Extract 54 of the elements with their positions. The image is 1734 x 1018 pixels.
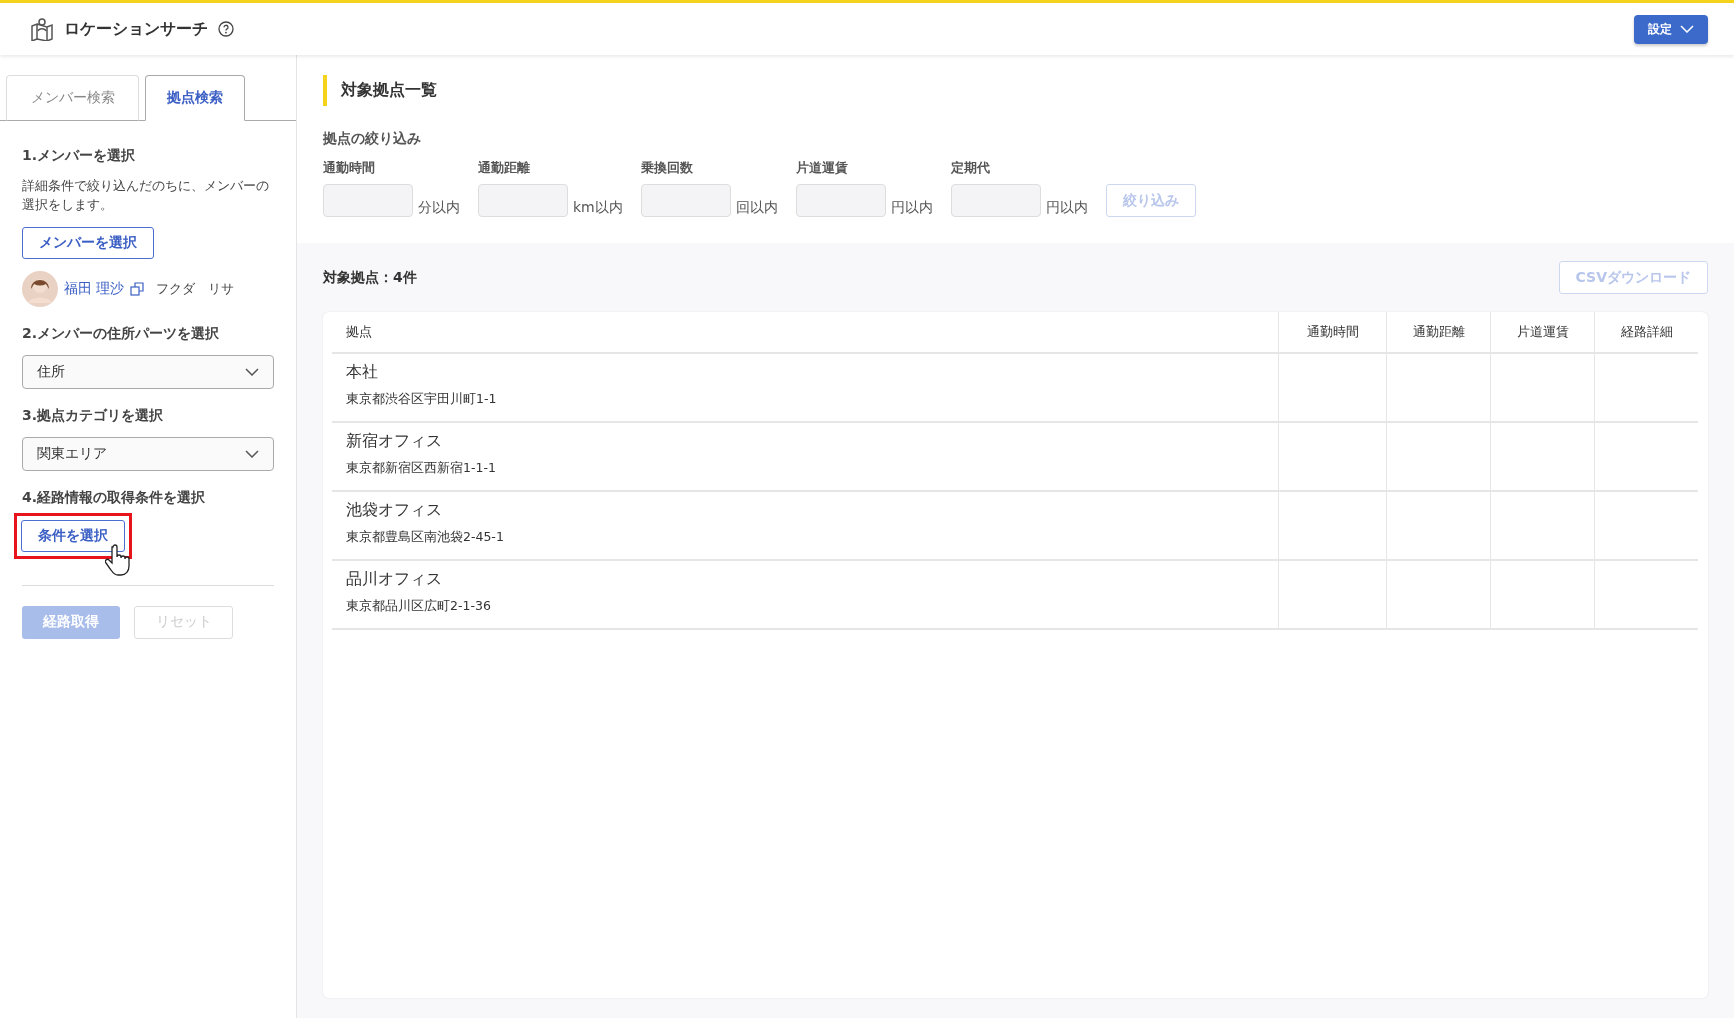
location-name: 本社 — [346, 362, 379, 383]
map-person-icon — [30, 17, 54, 41]
select-member-button[interactable]: メンバーを選択 — [22, 226, 154, 259]
unit-label: 円以内 — [1045, 199, 1088, 217]
filter-label: 片道運賃 — [795, 160, 849, 177]
avatar — [22, 270, 58, 307]
column-header: 経路詳細 — [1594, 312, 1698, 354]
input-field[interactable] — [478, 184, 568, 217]
chevron-down-icon — [245, 449, 259, 458]
location-address: 東京都豊島区南池袋2-45-1 — [346, 529, 505, 546]
input-field[interactable] — [323, 184, 413, 217]
input-field[interactable] — [950, 184, 1041, 217]
location-name: 池袋オフィス — [346, 500, 443, 521]
help-icon[interactable] — [218, 21, 234, 37]
column-header: 拠点 — [332, 312, 1278, 354]
result-count: 対象拠点：4件 — [323, 268, 417, 287]
column-header: 通勤時間 — [1278, 312, 1386, 354]
location-name: 新宿オフィス — [346, 431, 443, 452]
input-field[interactable] — [795, 184, 886, 217]
search-tab[interactable]: 拠点検索 — [145, 75, 245, 121]
select-condition-button[interactable]: 条件を選択 — [21, 519, 125, 552]
location-address: 東京都渋谷区宇田川町1-1 — [346, 391, 498, 408]
column-header: 通勤距離 — [1386, 312, 1490, 354]
chevron-down-icon — [245, 367, 259, 376]
unit-label: 回以内 — [735, 199, 778, 217]
external-link-icon[interactable] — [130, 281, 145, 296]
hand-cursor-icon — [105, 543, 131, 576]
column-header: 片道運賃 — [1490, 312, 1594, 354]
step-title: 1.メンバーを選択 — [22, 147, 137, 165]
chevron-down-icon — [1680, 25, 1694, 33]
dropdown-select[interactable]: 住所 — [22, 354, 274, 389]
location-name: 品川オフィス — [346, 569, 443, 590]
unit-label: km以内 — [573, 199, 623, 217]
section-title: 対象拠点一覧 — [323, 75, 1708, 106]
step-title: 3.拠点カテゴリを選択 — [22, 406, 165, 425]
settings-button[interactable]: 設定 — [1634, 14, 1708, 44]
unit-label: 円以内 — [890, 199, 933, 217]
input-field[interactable] — [640, 184, 731, 217]
filter-label: 通勤距離 — [478, 160, 531, 177]
location-address: 東京都品川区広町2-1-36 — [346, 598, 492, 615]
step-title: 2.メンバーの住所パーツを選択 — [22, 324, 221, 343]
app-title: ロケーションサーチ — [64, 18, 208, 40]
step-description: 詳細条件で絞り込んだのちに、メンバーの選択をします。 — [22, 177, 270, 214]
location-address: 東京都新宿区西新宿1-1-1 — [346, 460, 497, 477]
member-kana: フクダ リサ — [156, 279, 235, 298]
filter-label: 定期代 — [950, 160, 991, 177]
dropdown-select[interactable]: 関東エリア — [22, 436, 274, 471]
filter-label: 乗換回数 — [640, 160, 694, 177]
member-name-link[interactable]: 福田 理沙 — [64, 279, 125, 298]
search-tab[interactable]: メンバー検索 — [6, 75, 139, 121]
step-title: 4.経路情報の取得条件を選択 — [22, 488, 207, 507]
filter-label: 通勤時間 — [323, 160, 376, 177]
unit-label: 分以内 — [418, 199, 460, 217]
filter-title: 拠点の絞り込み — [323, 130, 422, 148]
